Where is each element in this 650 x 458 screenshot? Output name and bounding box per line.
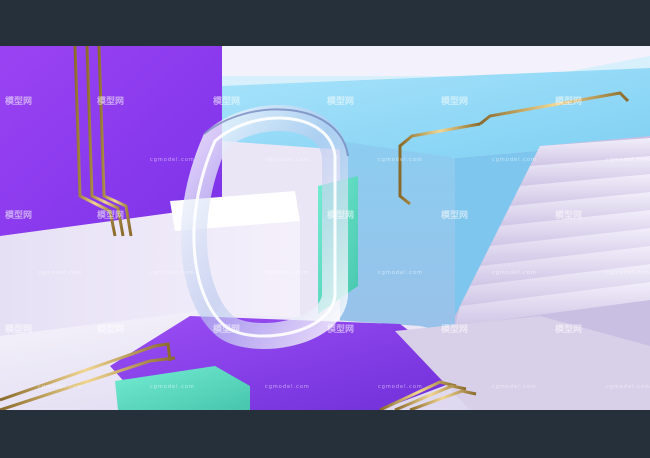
svg-text:cgmodel.com: cgmodel.com — [606, 384, 650, 390]
svg-text:cgmodel.com: cgmodel.com — [38, 384, 83, 390]
letterbox-bottom — [0, 410, 650, 458]
render-canvas: 模型网 模型网 模型网 模型网 模型网 模型网 cgmodel.com cgmo… — [0, 46, 650, 410]
svg-text:模型网: 模型网 — [5, 323, 32, 335]
svg-text:cgmodel.com: cgmodel.com — [265, 270, 310, 276]
svg-text:cgmodel.com: cgmodel.com — [606, 270, 650, 276]
svg-text:cgmodel.com: cgmodel.com — [265, 384, 310, 390]
svg-text:cgmodel.com: cgmodel.com — [150, 384, 195, 390]
letterbox-top — [0, 0, 650, 46]
svg-text:cgmodel.com: cgmodel.com — [378, 270, 423, 276]
svg-text:模型网: 模型网 — [555, 95, 582, 107]
svg-text:模型网: 模型网 — [97, 209, 124, 221]
svg-text:模型网: 模型网 — [441, 323, 468, 335]
svg-text:模型网: 模型网 — [327, 323, 354, 335]
svg-text:cgmodel.com: cgmodel.com — [150, 157, 195, 163]
svg-text:cgmodel.com: cgmodel.com — [492, 384, 537, 390]
svg-text:cgmodel.com: cgmodel.com — [606, 157, 650, 163]
svg-text:模型网: 模型网 — [441, 209, 468, 221]
svg-text:模型网: 模型网 — [213, 95, 240, 107]
svg-text:cgmodel.com: cgmodel.com — [492, 157, 537, 163]
svg-text:cgmodel.com: cgmodel.com — [378, 157, 423, 163]
scene-svg: 模型网 模型网 模型网 模型网 模型网 模型网 cgmodel.com cgmo… — [0, 46, 650, 410]
svg-text:模型网: 模型网 — [327, 95, 354, 107]
svg-text:cgmodel.com: cgmodel.com — [492, 270, 537, 276]
svg-text:模型网: 模型网 — [5, 95, 32, 107]
svg-text:模型网: 模型网 — [97, 95, 124, 107]
svg-text:cgmodel.com: cgmodel.com — [378, 384, 423, 390]
svg-text:模型网: 模型网 — [213, 323, 240, 335]
svg-text:模型网: 模型网 — [97, 323, 124, 335]
svg-text:模型网: 模型网 — [5, 209, 32, 221]
svg-text:cgmodel.com: cgmodel.com — [150, 270, 195, 276]
svg-text:模型网: 模型网 — [555, 323, 582, 335]
svg-text:模型网: 模型网 — [441, 95, 468, 107]
image-frame: 模型网 模型网 模型网 模型网 模型网 模型网 cgmodel.com cgmo… — [0, 0, 650, 458]
svg-text:模型网: 模型网 — [327, 209, 354, 221]
svg-text:cgmodel.com: cgmodel.com — [38, 270, 83, 276]
svg-text:模型网: 模型网 — [555, 209, 582, 221]
svg-text:cgmodel.com: cgmodel.com — [265, 157, 310, 163]
svg-text:模型网: 模型网 — [213, 209, 240, 221]
